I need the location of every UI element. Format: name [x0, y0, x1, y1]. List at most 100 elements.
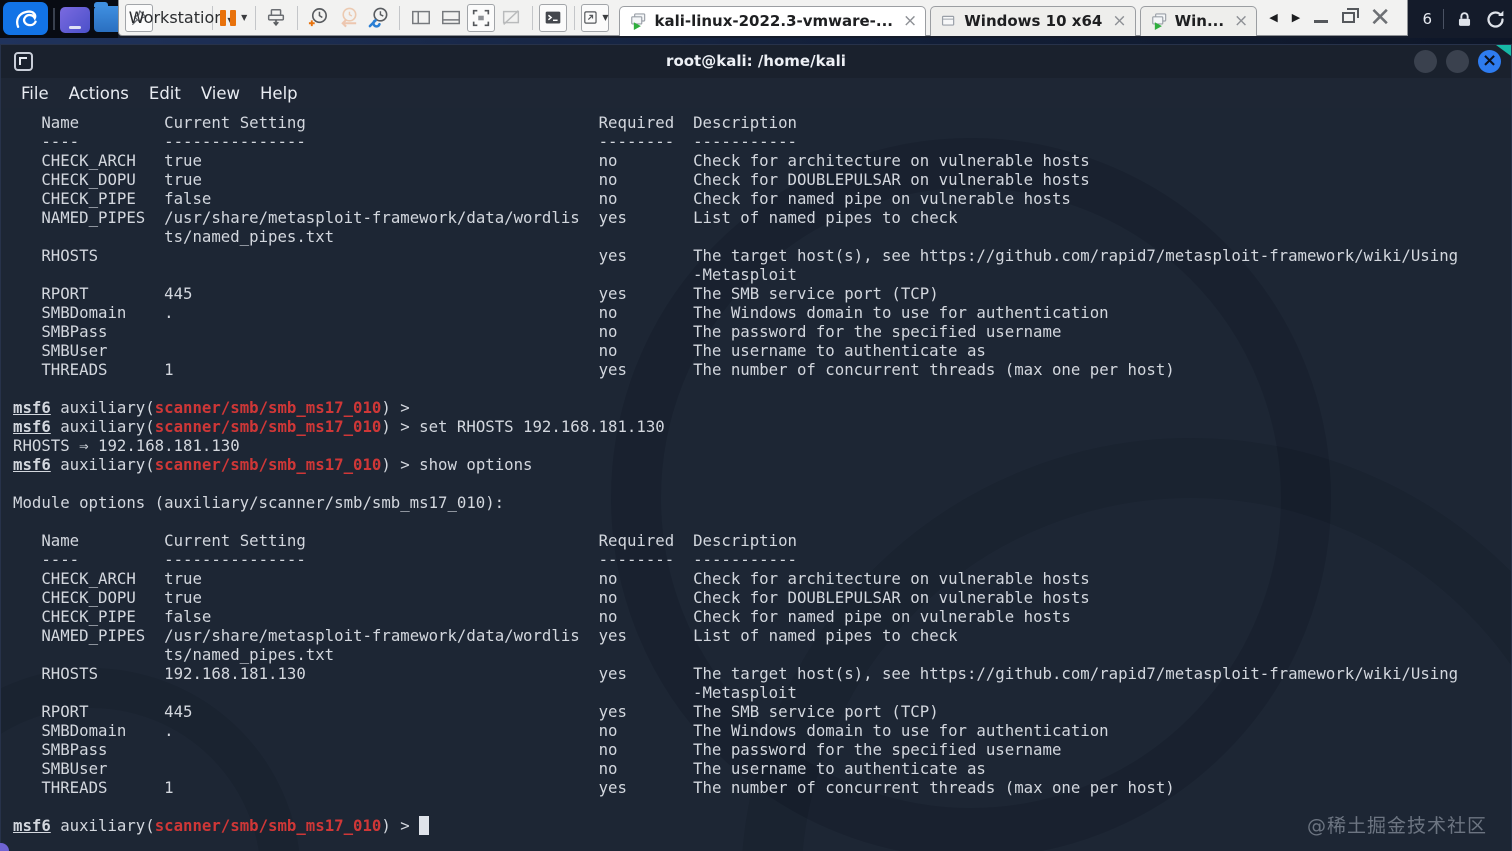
menu-actions[interactable]: Actions	[69, 84, 129, 103]
toolbar-close-button[interactable]	[1369, 8, 1391, 28]
vm-tab-win-truncated[interactable]: Win... ×	[1139, 5, 1258, 36]
vm-tab-label: Windows 10 x64	[964, 12, 1103, 30]
send-input-icon	[267, 8, 285, 26]
workstation-menu-button[interactable]: Workstation	[129, 4, 225, 32]
kali-menu-button[interactable]	[3, 2, 48, 35]
toolbar-minimize-button[interactable]	[1314, 13, 1329, 23]
terminal-line: CHECK_PIPE false no Check for named pipe…	[41, 607, 1071, 626]
tab-scroll-left-icon[interactable]: ◀	[1269, 11, 1277, 24]
panel-separator	[53, 8, 55, 30]
manage-snapshots-button[interactable]	[364, 4, 392, 32]
vm-running-icon	[631, 13, 646, 30]
terminal-line: NAMED_PIPES /usr/share/metasploit-framew…	[41, 208, 958, 227]
terminal-line: msf6 auxiliary(scanner/smb/smb_ms17_010)…	[13, 398, 420, 417]
tab-scroll-right-icon[interactable]: ▶	[1292, 11, 1300, 24]
tab-close-icon[interactable]: ×	[903, 12, 917, 30]
show-thumbnail-bar-button[interactable]	[437, 4, 465, 32]
minimize-button[interactable]	[1414, 50, 1437, 73]
wallpaper-corner-accent	[1496, 45, 1511, 56]
console-button[interactable]	[539, 3, 568, 32]
terminal-line: RHOSTS 192.168.181.130 yes The target ho…	[41, 664, 1459, 683]
vm-stopped-icon	[942, 15, 955, 26]
terminal-line: SMBUser no The username to authenticate …	[41, 341, 986, 360]
terminal-line: msf6 auxiliary(scanner/smb/smb_ms17_010)…	[13, 455, 533, 474]
terminal-menubar: File Actions Edit View Help	[1, 78, 1511, 108]
terminal-line: -Metasploit	[693, 683, 797, 702]
terminal-line: SMBUser no The username to authenticate …	[41, 759, 986, 778]
terminal-line: SMBPass no The password for the specifie…	[41, 322, 1062, 341]
take-snapshot-button[interactable]	[304, 4, 332, 32]
unity-view-button[interactable]	[497, 4, 525, 32]
terminal-line: Name Current Setting Required Descriptio…	[41, 531, 797, 550]
terminal-line: SMBDomain . no The Windows domain to use…	[41, 303, 1109, 322]
expand-icon	[584, 11, 598, 24]
terminal-output[interactable]: Name Current Setting Required Descriptio…	[1, 108, 1511, 851]
terminal-line: CHECK_ARCH true no Check for architectur…	[41, 569, 1090, 588]
manage-snapshots-icon	[368, 7, 388, 28]
menu-file[interactable]: File	[21, 84, 49, 103]
lock-icon[interactable]	[1455, 10, 1474, 29]
unity-icon	[502, 9, 519, 25]
tab-close-icon[interactable]: ×	[1234, 12, 1248, 30]
terminal-line: THREADS 1 yes The number of concurrent t…	[41, 360, 1175, 379]
terminal-line: msf6 auxiliary(scanner/smb/smb_ms17_010)…	[13, 417, 665, 436]
show-library-button[interactable]	[407, 4, 435, 32]
menu-view[interactable]: View	[201, 84, 240, 103]
panel-separator	[1443, 9, 1444, 29]
terminal-line: CHECK_ARCH true no Check for architectur…	[41, 151, 1090, 170]
vm-tab-kali[interactable]: kali-linux-2022.3-vmware-... ×	[619, 5, 927, 36]
revert-snapshot-icon	[341, 7, 357, 28]
terminal-line: SMBDomain . no The Windows domain to use…	[41, 721, 1109, 740]
tab-close-icon[interactable]: ×	[1112, 12, 1126, 30]
vm-tab-windows10[interactable]: Windows 10 x64 ×	[930, 5, 1136, 36]
pause-icon	[220, 9, 237, 26]
terminal-line: NAMED_PIPES /usr/share/metasploit-framew…	[41, 626, 958, 645]
window-title: root@kali: /home/kali	[666, 52, 846, 70]
vmware-toolbar: Workstation ▼ ▼ ▼ kali-linux-2022.3-vmwa…	[118, 0, 1408, 36]
terminal-line: ts/named_pipes.txt	[164, 645, 335, 664]
terminal-line: Module options (auxiliary/scanner/smb/sm…	[13, 493, 505, 512]
terminal-line: RPORT 445 yes The SMB service port (TCP)	[41, 702, 939, 721]
menu-edit[interactable]: Edit	[149, 84, 181, 103]
logout-icon[interactable]	[1485, 9, 1506, 30]
terminal-line: RHOSTS yes The target host(s), see https…	[41, 246, 1459, 265]
watermark-text: @稀土掘金技术社区	[1306, 815, 1487, 837]
terminal-line: RPORT 445 yes The SMB service port (TCP)	[41, 284, 939, 303]
workstation-menu-label: Workstation	[129, 8, 234, 27]
terminal-titlebar[interactable]: root@kali: /home/kali	[1, 45, 1511, 78]
fullscreen-icon	[472, 9, 489, 26]
console-icon	[545, 11, 561, 23]
terminal-line: ---- --------------- -------- ----------…	[41, 550, 797, 569]
toolbar-restore-button[interactable]	[1342, 8, 1360, 23]
vm-tab-label: Win...	[1174, 12, 1225, 30]
library-panel-icon	[411, 10, 430, 24]
menu-help[interactable]: Help	[260, 84, 298, 103]
kali-dragon-icon	[15, 9, 37, 28]
terminal-line: RHOSTS ⇒ 192.168.181.130	[13, 436, 240, 455]
vm-running-icon	[1151, 13, 1166, 30]
terminal-line: msf6 auxiliary(scanner/smb/smb_ms17_010)…	[13, 816, 1511, 835]
terminal-line: CHECK_DOPU true no Check for DOUBLEPULSA…	[41, 588, 1090, 607]
pause-vm-button[interactable]	[220, 4, 248, 32]
revert-snapshot-button[interactable]	[334, 4, 362, 32]
send-input-button[interactable]	[262, 4, 290, 32]
clock-fragment: 6	[1422, 10, 1432, 28]
terminal-line: THREADS 1 yes The number of concurrent t…	[41, 778, 1175, 797]
terminal-cursor	[419, 816, 429, 835]
terminal-line: ts/named_pipes.txt	[164, 227, 335, 246]
fullscreen-view-button[interactable]	[466, 3, 495, 32]
terminal-window: root@kali: /home/kali File Actions Edit …	[0, 44, 1512, 851]
thumbnail-bar-icon	[441, 10, 460, 24]
vm-tabs: kali-linux-2022.3-vmware-... × Windows 1…	[619, 0, 1258, 36]
taskbar-window-icon[interactable]	[60, 7, 90, 33]
terminal-line: -Metasploit	[693, 265, 797, 284]
take-snapshot-icon	[308, 8, 327, 27]
terminal-line: CHECK_DOPU true no Check for DOUBLEPULSA…	[41, 170, 1090, 189]
enter-fullscreen-button[interactable]	[581, 3, 610, 32]
maximize-button[interactable]	[1446, 50, 1469, 73]
terminal-line: SMBPass no The password for the specifie…	[41, 740, 1062, 759]
